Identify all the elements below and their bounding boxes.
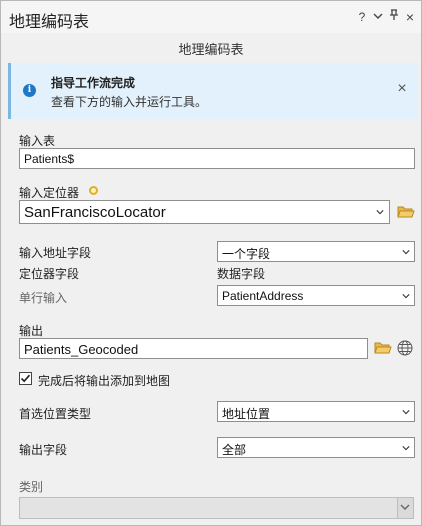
banner-text: 查看下方的输入并运行工具。	[51, 95, 208, 109]
output-fields-label: 输出字段	[19, 443, 68, 457]
add-to-map-label: 完成后将输出添加到地图	[38, 374, 171, 388]
mapping-locator-field: 单行输入	[19, 291, 68, 305]
pin-icon	[390, 9, 398, 20]
banner-title: 指导工作流完成	[51, 76, 136, 90]
locator-field-column-header: 定位器字段	[19, 267, 80, 281]
output-fields-select[interactable]: 全部	[217, 437, 415, 458]
banner-close-button[interactable]: ×	[394, 80, 410, 98]
preferred-location-value: 地址位置	[222, 407, 271, 421]
globe-icon[interactable]	[397, 340, 413, 356]
close-pane-button[interactable]: ×	[403, 9, 417, 25]
chevron-down-icon	[373, 13, 383, 19]
pane-menu-button[interactable]	[371, 9, 385, 25]
geoprocessing-pane: 地理编码表 ? × 地理编码表 i 指导工作流完成 查看下方的输入并运行工具。 …	[0, 0, 422, 526]
tool-title: 地理编码表	[178, 42, 244, 57]
chevron-down-icon	[400, 504, 410, 510]
required-indicator-icon	[89, 186, 98, 195]
pin-button[interactable]	[387, 9, 401, 25]
preferred-location-label: 首选位置类型	[19, 407, 92, 421]
data-field-column-header: 数据字段	[217, 267, 266, 281]
category-dropdown-button[interactable]	[397, 498, 413, 518]
folder-open-icon[interactable]	[397, 205, 415, 219]
help-button[interactable]: ?	[355, 9, 369, 25]
input-table-field[interactable]: Patients$	[19, 148, 415, 169]
locator-label: 输入定位器	[19, 186, 80, 200]
output-field[interactable]: Patients_Geocoded	[19, 338, 368, 359]
output-label: 输出	[19, 324, 44, 338]
chevron-down-icon	[402, 294, 410, 299]
chevron-down-icon[interactable]	[376, 208, 384, 216]
locator-field[interactable]: SanFranciscoLocator	[19, 200, 390, 224]
chevron-down-icon	[402, 410, 410, 415]
folder-open-icon[interactable]	[374, 341, 392, 355]
address-fields-value: 一个字段	[222, 247, 271, 261]
address-fields-label: 输入地址字段	[19, 246, 92, 260]
preferred-location-select[interactable]: 地址位置	[217, 401, 415, 422]
pane-titlebar: 地理编码表 ? ×	[1, 1, 421, 33]
input-table-label: 输入表	[19, 134, 56, 148]
chevron-down-icon	[402, 446, 410, 451]
address-fields-select[interactable]: 一个字段	[217, 241, 415, 262]
category-label: 类别	[19, 480, 44, 494]
chevron-down-icon	[402, 250, 410, 255]
mapping-data-field-select[interactable]: PatientAddress	[217, 285, 415, 306]
mapping-data-field-value: PatientAddress	[222, 289, 304, 303]
output-fields-value: 全部	[222, 443, 247, 457]
info-icon: i	[23, 84, 36, 97]
add-to-map-checkbox[interactable]	[19, 372, 32, 385]
workflow-complete-banner: i 指导工作流完成 查看下方的输入并运行工具。 ×	[8, 63, 418, 119]
checkmark-icon	[20, 374, 31, 383]
locator-value: SanFranciscoLocator	[24, 204, 166, 221]
category-select[interactable]	[19, 497, 414, 519]
pane-title: 地理编码表	[9, 14, 90, 31]
